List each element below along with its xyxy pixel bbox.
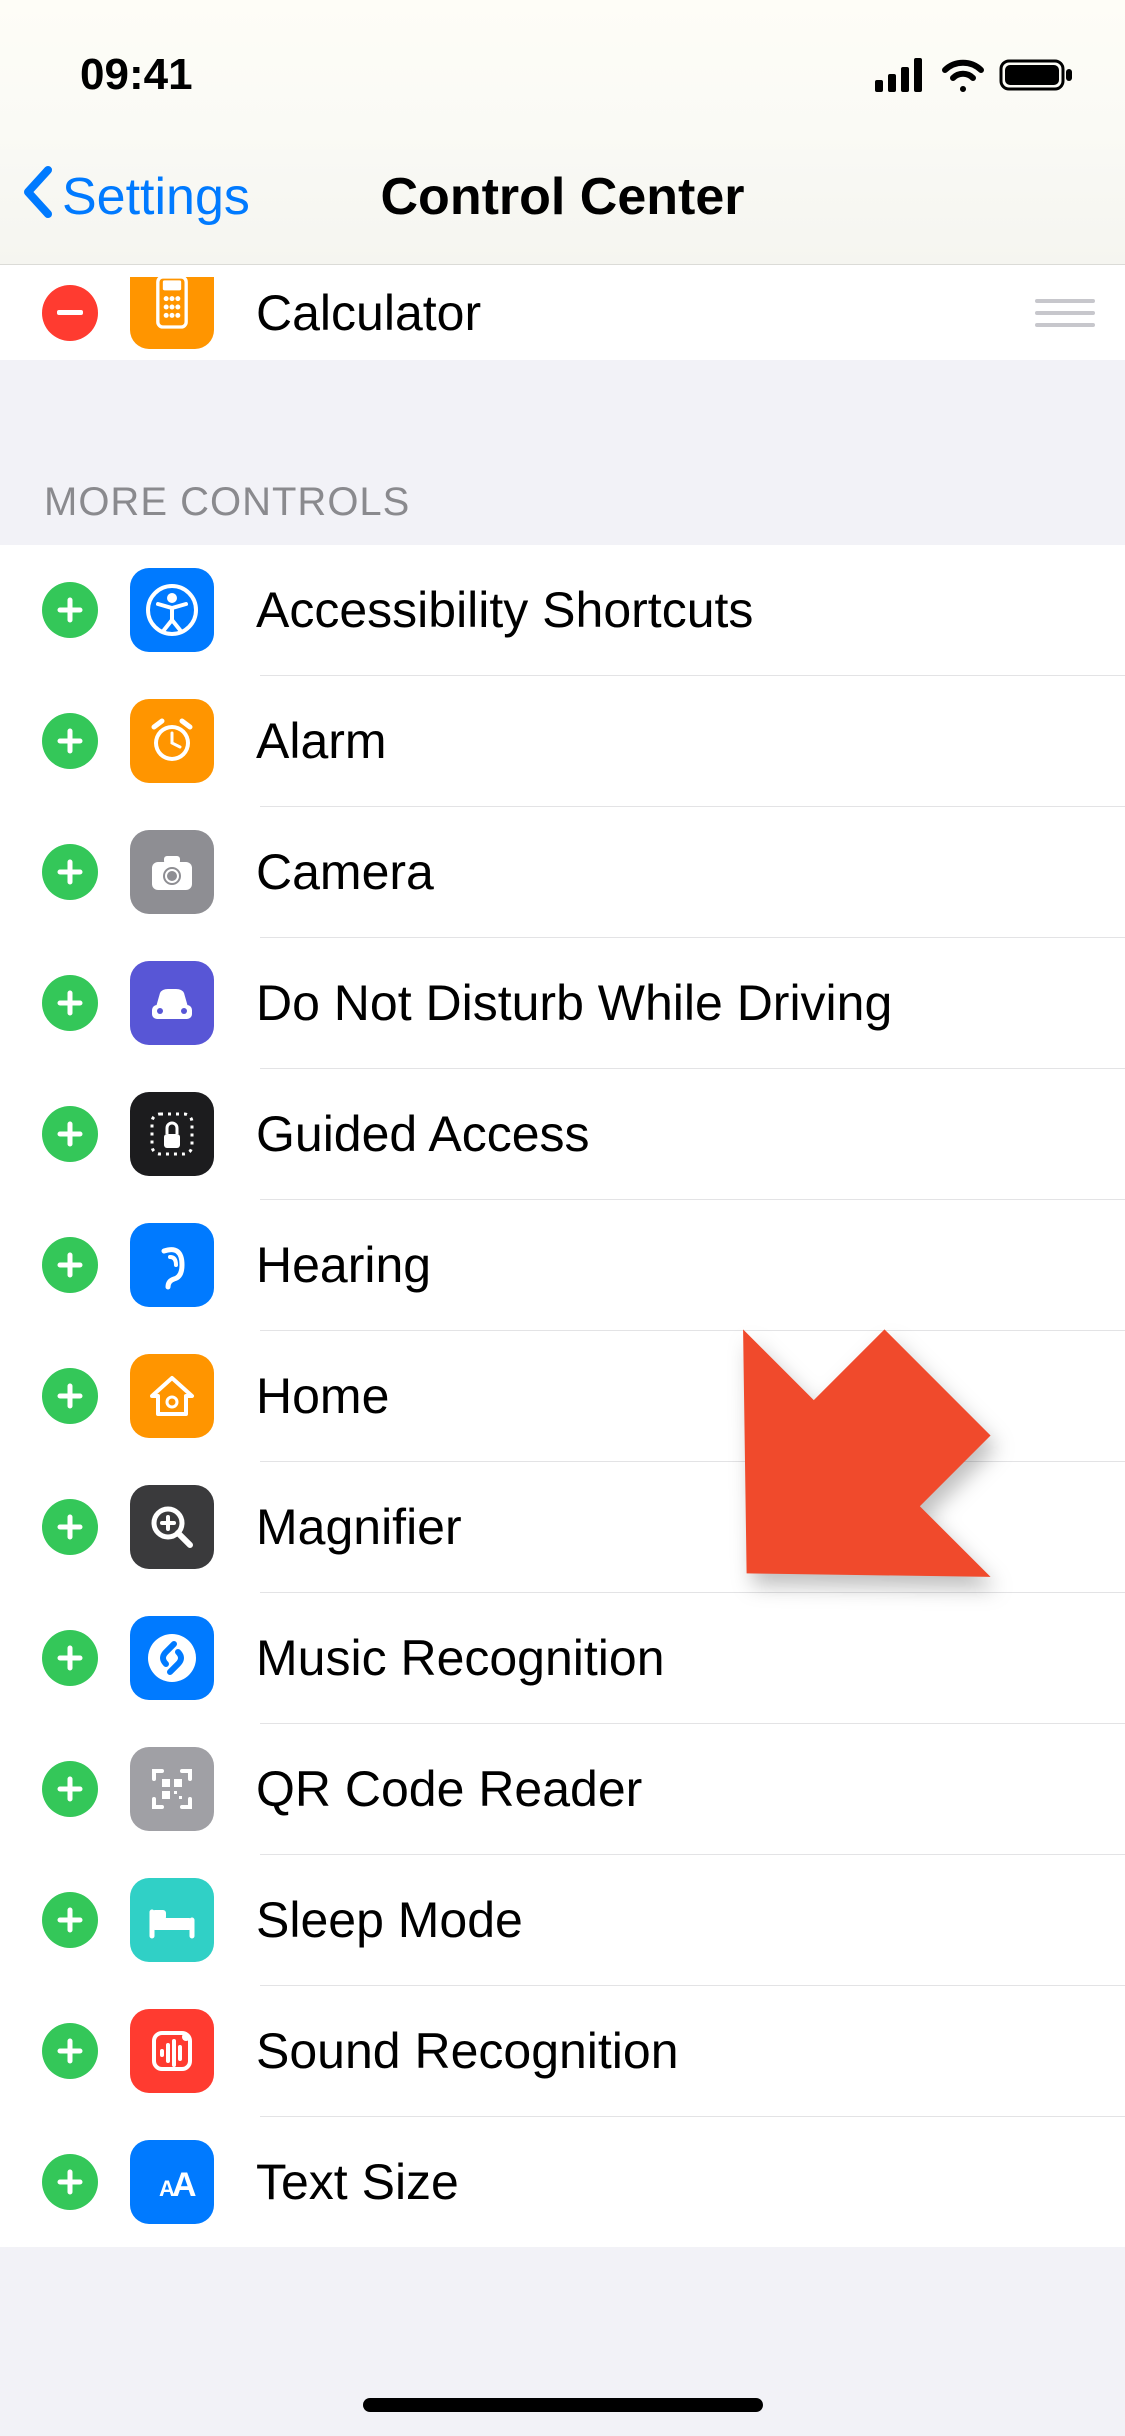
camera-icon	[130, 830, 214, 914]
navigation-bar: Settings Control Center	[0, 130, 1125, 265]
more-row-shazam: Music Recognition	[0, 1593, 1125, 1723]
more-row-ear: Hearing	[0, 1200, 1125, 1330]
row-label: Music Recognition	[256, 1629, 1125, 1687]
textsize-icon: AA	[130, 2140, 214, 2224]
row-label: Camera	[256, 843, 1125, 901]
add-button[interactable]	[42, 1892, 98, 1948]
more-row-waveform: Sound Recognition	[0, 1986, 1125, 2116]
shazam-icon	[130, 1616, 214, 1700]
more-row-accessibility: Accessibility Shortcuts	[0, 545, 1125, 675]
scroll-content[interactable]: Calculator MORE CONTROLS Accessibility S…	[0, 265, 1125, 2247]
row-label: Text Size	[256, 2153, 1125, 2211]
magnifier-icon	[130, 1485, 214, 1569]
section-header-more: MORE CONTROLS	[0, 360, 1125, 545]
add-button[interactable]	[42, 1368, 98, 1424]
add-button[interactable]	[42, 713, 98, 769]
more-row-textsize: AA Text Size	[0, 2117, 1125, 2247]
row-label: Sound Recognition	[256, 2022, 1125, 2080]
row-label: QR Code Reader	[256, 1760, 1125, 1818]
bed-icon	[130, 1878, 214, 1962]
svg-text:A: A	[172, 2166, 197, 2204]
battery-icon	[999, 57, 1075, 93]
add-button[interactable]	[42, 1499, 98, 1555]
add-button[interactable]	[42, 1106, 98, 1162]
add-button[interactable]	[42, 975, 98, 1031]
included-row-calculator: Calculator	[0, 265, 1125, 360]
included-controls-section: Calculator	[0, 265, 1125, 360]
row-label: Guided Access	[256, 1105, 1125, 1163]
row-label: Magnifier	[256, 1498, 1125, 1556]
remove-button[interactable]	[42, 285, 98, 341]
add-button[interactable]	[42, 844, 98, 900]
row-label: Hearing	[256, 1236, 1125, 1294]
more-row-lock-dotted: Guided Access	[0, 1069, 1125, 1199]
car-icon	[130, 961, 214, 1045]
back-button[interactable]: Settings	[0, 163, 250, 232]
alarm-icon	[130, 699, 214, 783]
reorder-handle[interactable]	[1035, 299, 1095, 327]
more-row-alarm: Alarm	[0, 676, 1125, 806]
more-row-bed: Sleep Mode	[0, 1855, 1125, 1985]
add-button[interactable]	[42, 582, 98, 638]
more-controls-list: Accessibility Shortcuts Alarm Camera Do Not…	[0, 545, 1125, 2247]
add-button[interactable]	[42, 1630, 98, 1686]
more-row-camera: Camera	[0, 807, 1125, 937]
row-label: Home	[256, 1367, 1125, 1425]
row-label: Do Not Disturb While Driving	[256, 974, 1125, 1032]
row-label: Alarm	[256, 712, 1125, 770]
row-label: Accessibility Shortcuts	[256, 581, 1125, 639]
status-bar: 09:41	[0, 0, 1125, 130]
add-button[interactable]	[42, 2154, 98, 2210]
row-label: Sleep Mode	[256, 1891, 1125, 1949]
home-indicator[interactable]	[363, 2398, 763, 2412]
waveform-icon	[130, 2009, 214, 2093]
chevron-left-icon	[20, 163, 54, 232]
add-button[interactable]	[42, 2023, 98, 2079]
add-button[interactable]	[42, 1237, 98, 1293]
calculator-icon	[130, 277, 214, 349]
back-label: Settings	[62, 167, 250, 227]
more-row-qr: QR Code Reader	[0, 1724, 1125, 1854]
add-button[interactable]	[42, 1761, 98, 1817]
home-icon	[130, 1354, 214, 1438]
lock-dotted-icon	[130, 1092, 214, 1176]
accessibility-icon	[130, 568, 214, 652]
row-label: Calculator	[256, 284, 1035, 342]
wifi-icon	[939, 58, 987, 92]
more-row-magnifier: Magnifier	[0, 1462, 1125, 1592]
cellular-icon	[875, 58, 927, 92]
more-row-home: Home	[0, 1331, 1125, 1461]
more-row-car: Do Not Disturb While Driving	[0, 938, 1125, 1068]
ear-icon	[130, 1223, 214, 1307]
status-time: 09:41	[80, 50, 193, 100]
status-icons	[875, 57, 1075, 93]
qr-icon	[130, 1747, 214, 1831]
